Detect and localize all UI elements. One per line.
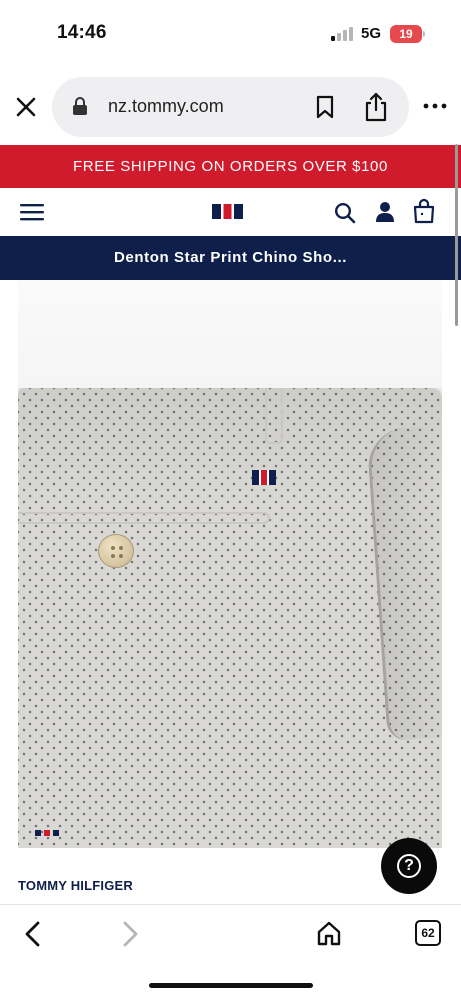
product-image[interactable] [18, 280, 442, 848]
lock-icon [72, 96, 88, 116]
close-icon [16, 97, 36, 117]
gallery-indicator[interactable] [35, 830, 67, 836]
product-image-flag-label [252, 470, 276, 485]
status-bar: 14:46 5G 19 [0, 0, 461, 68]
shopping-bag-icon [413, 198, 435, 224]
account-icon [376, 202, 394, 222]
cellular-signal-icon [331, 27, 353, 41]
chevron-right-icon [123, 921, 138, 947]
more-options-button[interactable] [422, 98, 448, 114]
address-bar[interactable] [52, 77, 409, 137]
tommy-flag-logo[interactable] [212, 202, 243, 221]
battery-icon: 19 [390, 25, 422, 43]
brand-name: TOMMY HILFIGER [18, 878, 133, 893]
promo-banner[interactable]: FREE SHIPPING ON ORDERS OVER $100 [0, 145, 461, 188]
more-icon [423, 103, 447, 109]
menu-icon [20, 204, 44, 221]
help-icon: ? [397, 854, 421, 878]
account-button[interactable] [375, 201, 395, 223]
network-type: 5G [361, 25, 382, 42]
search-icon [334, 202, 356, 224]
shopping-bag-button[interactable] [412, 198, 436, 224]
product-image-button [98, 534, 134, 568]
url-text[interactable]: nz.tommy.com [108, 96, 224, 117]
share-icon [365, 92, 387, 122]
product-image-belt-loop [265, 388, 283, 444]
scrollbar[interactable] [455, 144, 458, 326]
home-icon [317, 921, 341, 946]
menu-button[interactable] [20, 203, 44, 221]
forward-button[interactable] [119, 920, 141, 948]
share-button[interactable] [362, 91, 390, 123]
help-button[interactable]: ? [381, 838, 437, 894]
battery-cap [423, 31, 425, 37]
chevron-left-icon [25, 921, 40, 947]
home-button[interactable] [316, 920, 342, 946]
product-title-bar: Denton Star Print Chino Sho... [0, 236, 461, 280]
search-button[interactable] [334, 202, 356, 224]
bookmark-button[interactable] [313, 94, 337, 120]
status-time: 14:46 [57, 22, 107, 43]
back-button[interactable] [22, 920, 44, 948]
tabs-button[interactable]: 62 [415, 920, 441, 946]
bookmark-icon [316, 95, 334, 119]
product-image-back-pocket [18, 512, 270, 524]
home-indicator [149, 983, 313, 988]
close-tab-button[interactable] [12, 93, 40, 121]
toolbar-divider [0, 904, 461, 905]
